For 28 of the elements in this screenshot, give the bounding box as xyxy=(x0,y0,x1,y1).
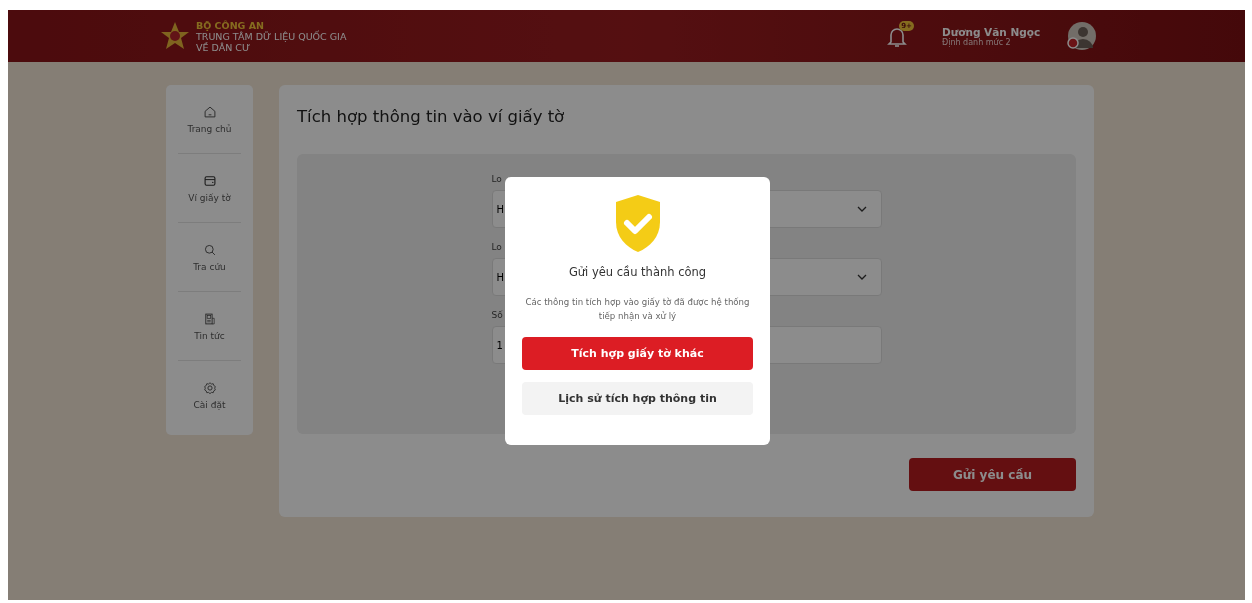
user-level: Định danh mức 2 xyxy=(942,37,1011,47)
avatar-icon[interactable] xyxy=(1067,21,1097,51)
field-label: Số xyxy=(491,310,503,320)
modal-message: Các thông tin tích hợp vào giấy tờ đã được hệ thống tiếp nhận và xử lý xyxy=(524,296,751,323)
user-name: Dương Văn Ngọc xyxy=(942,25,1042,38)
wallet-icon xyxy=(202,173,217,188)
submit-button[interactable]: Gửi yêu cầu xyxy=(909,458,1076,491)
chevron-down-icon xyxy=(856,206,867,212)
site-title: TRUNG TÂM DỮ LIỆU QUỐC GIA xyxy=(196,30,347,42)
chevron-down-icon xyxy=(856,274,867,280)
settings-icon xyxy=(202,381,217,395)
home-icon xyxy=(202,104,217,119)
news-icon xyxy=(202,311,217,326)
modal-title: Gửi yêu cầu thành công xyxy=(568,265,707,279)
org-name: BỘ CÔNG AN xyxy=(196,19,266,31)
secondary-button[interactable]: Lịch sử tích hợp thông tin xyxy=(522,382,753,415)
search-icon xyxy=(202,242,217,257)
site-title: VỀ DÂN CƯ xyxy=(196,41,251,53)
page-title: Tích hợp thông tin vào ví giấy tờ xyxy=(297,107,566,126)
field-label: Lo xyxy=(491,242,502,252)
nav-item[interactable]: Tin tức xyxy=(178,292,241,361)
nav-item[interactable]: Cài đặt xyxy=(178,361,241,430)
field-label: Lo xyxy=(491,174,502,184)
nav-item[interactable]: Trang chủ xyxy=(178,85,241,154)
nav-item[interactable]: Ví giấy tờ xyxy=(178,154,241,223)
primary-button[interactable]: Tích hợp giấy tờ khác xyxy=(522,337,753,370)
emblem-icon xyxy=(160,21,190,51)
nav-item[interactable]: Tra cứu xyxy=(178,223,241,292)
